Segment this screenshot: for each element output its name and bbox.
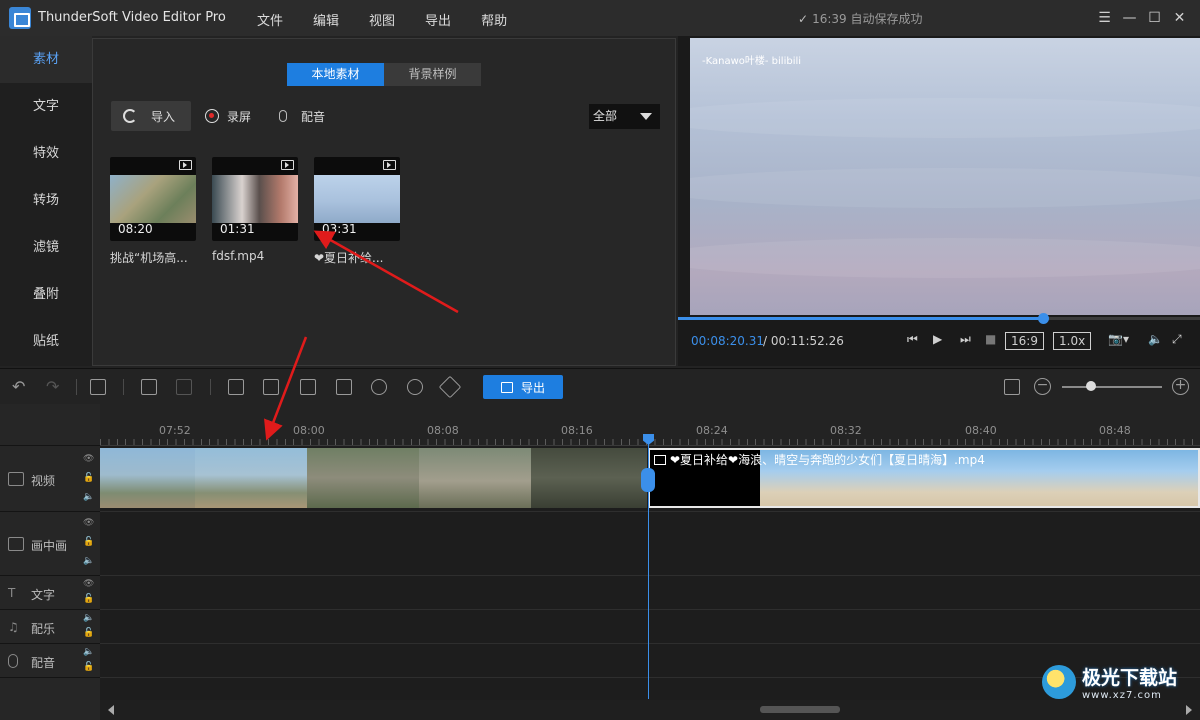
annotation-arrow	[313, 230, 459, 314]
annotation-arrow	[264, 336, 308, 441]
annotation-arrows	[264, 230, 459, 441]
